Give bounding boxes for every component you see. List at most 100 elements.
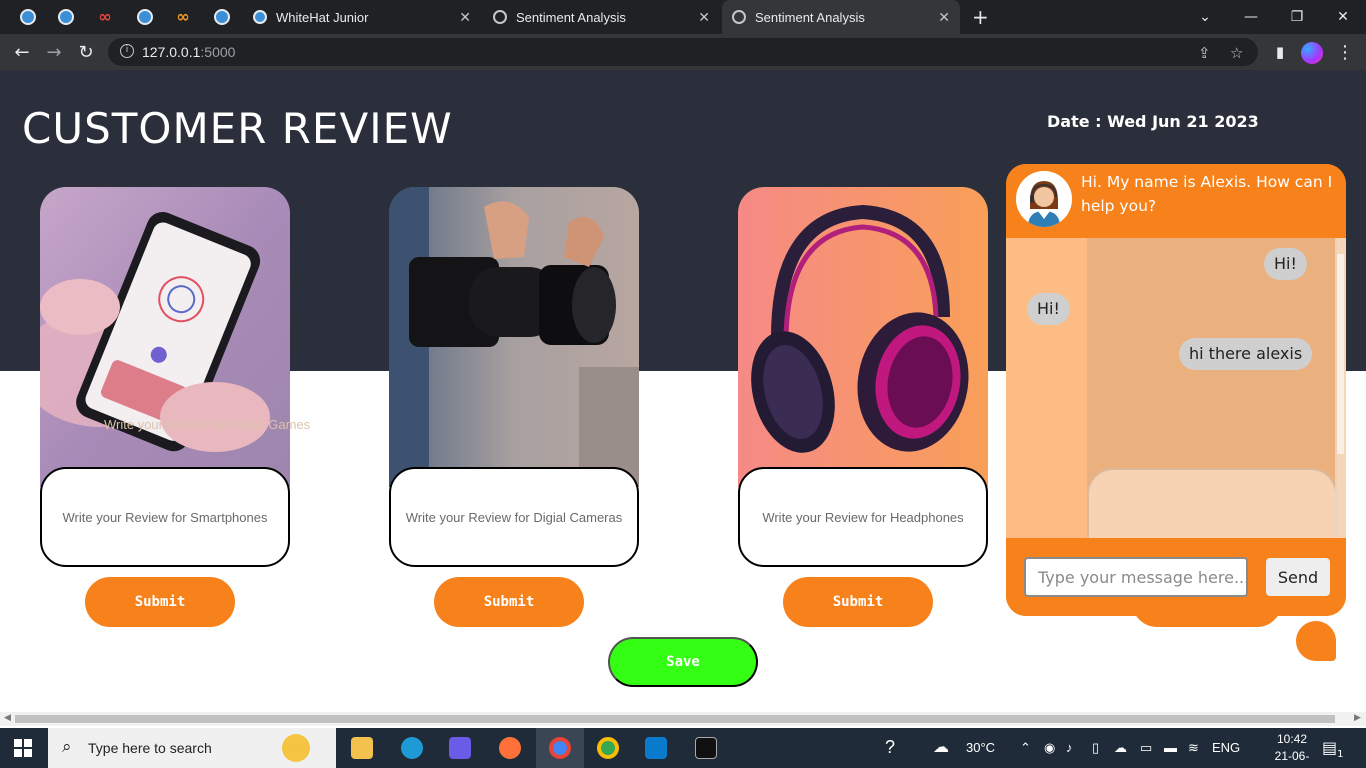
tab-sentiment-analysis-active[interactable]: Sentiment Analysis ✕ [722,0,960,34]
support-agent-avatar [1016,171,1072,227]
menu-dots-icon[interactable]: ⋮ [1333,41,1357,63]
terminal-icon[interactable] [682,728,730,768]
weather-cloud-icon[interactable]: ☁ [933,737,949,757]
url-port: :5000 [200,44,236,60]
chat-widget: Hi. My name is Alexis. How can I help yo… [1006,164,1346,616]
bookmark-star-icon[interactable]: ☆ [1230,44,1243,62]
address-bar[interactable]: i 127.0.0.1:5000 ⇪ ☆ [108,38,1258,66]
share-icon[interactable]: ⇪ [1198,44,1211,62]
restore-icon[interactable]: ❐ [1274,0,1320,34]
help-icon[interactable]: ? [885,737,895,758]
user-message-bubble: hi there alexis [1179,338,1313,370]
close-icon[interactable]: ✕ [698,9,710,26]
submit-button-smartphones[interactable]: Submit [85,577,235,627]
user-message-bubble: Hi! [1264,248,1307,280]
submit-button-cameras[interactable]: Submit [434,577,584,627]
side-panel-icon[interactable]: ▮ [1268,41,1292,63]
pinned-tab[interactable] [47,0,85,34]
tray-display-icon[interactable]: ▭ [1140,740,1152,756]
url-text[interactable]: 127.0.0.1:5000 [142,44,235,60]
pinned-tab[interactable] [203,0,241,34]
pinned-tab-icon [20,9,36,25]
chat-scrollbar-thumb[interactable] [1337,254,1344,454]
tray-chevron-icon[interactable]: ⌃ [1020,740,1031,756]
pinned-tab-icon [137,9,153,25]
weather-temperature[interactable]: 30°C [966,740,995,755]
pinned-tab[interactable] [126,0,164,34]
tab-title: WhiteHat Junior [276,9,369,25]
chrome-profile-icon[interactable] [584,728,632,768]
volume-icon[interactable]: ♪ [1066,740,1073,755]
taskbar-search-placeholder: Type here to search [88,740,212,756]
chat-header: Hi. My name is Alexis. How can I help yo… [1006,164,1346,238]
taskbar-clock[interactable]: 10:42 21-06-2023 [1262,731,1322,768]
browser-toolbar: ← → ↻ i 127.0.0.1:5000 ⇪ ☆ ▮ ⋮ [0,34,1366,70]
forward-arrow-icon[interactable]: → [42,41,66,63]
windows-start-icon[interactable] [14,739,32,757]
bot-message-bubble: Hi! [1027,293,1070,325]
review-box-headphones [738,467,988,567]
globe-icon [493,10,507,24]
current-date: Date : Wed Jun 21 2023 [1047,112,1259,131]
notification-icon[interactable]: ▤1 [1322,738,1344,760]
search-icon: ⌕ [62,737,72,757]
close-icon[interactable]: ✕ [459,9,471,26]
site-info-icon[interactable]: i [120,44,134,58]
vscode-icon[interactable] [632,728,680,768]
tab-sentiment-analysis[interactable]: Sentiment Analysis ✕ [483,0,720,34]
tray-phone-icon[interactable]: ▯ [1092,740,1099,756]
language-indicator[interactable]: ENG [1212,740,1240,755]
close-window-icon[interactable]: ✕ [1320,0,1366,34]
review-input-smartphones[interactable] [50,509,280,525]
horizontal-scrollbar[interactable]: ◀ ▶ [0,712,1366,726]
notification-count: 1 [1337,749,1344,760]
file-explorer-icon[interactable] [338,728,386,768]
tab-whitehat-junior[interactable]: WhiteHat Junior ✕ [243,0,481,34]
pinned-tab[interactable] [9,0,47,34]
close-icon[interactable]: ✕ [938,9,950,26]
chrome-icon[interactable] [536,728,584,768]
taskbar-search[interactable]: ⌕ Type here to search [48,728,336,768]
tab-search-chevron-icon[interactable]: ⌄ [1182,0,1228,34]
infinity-icon: ∞ [176,7,190,26]
reload-icon[interactable]: ↻ [74,41,98,63]
chat-toggle-button[interactable] [1296,621,1336,661]
chat-send-button[interactable]: Send [1266,558,1330,596]
review-input-headphones[interactable] [748,509,978,525]
review-input-cameras[interactable] [399,509,629,525]
weather-sun-icon [282,734,310,762]
whitehat-favicon-icon [253,10,267,24]
back-arrow-icon[interactable]: ← [10,41,34,63]
chat-message-input[interactable] [1024,557,1248,597]
minimize-icon[interactable]: — [1228,0,1274,34]
smartphone-image [40,187,290,487]
onedrive-cloud-icon[interactable]: ☁ [1114,740,1127,756]
pinned-tab-icon [58,9,74,25]
new-tab-plus-icon[interactable]: + [972,5,989,29]
pinned-tab[interactable]: ∞ [86,0,124,34]
chat-messages[interactable]: Hi! Hi! hi there alexis [1006,238,1346,538]
edge-browser-icon[interactable] [388,728,436,768]
clock-time: 10:42 [1276,732,1308,746]
chat-backdrop-review-box [1087,468,1337,538]
firefox-icon[interactable] [486,728,534,768]
review-box-cameras [389,467,639,567]
wifi-icon[interactable]: ≋ [1188,740,1199,756]
pinned-tab[interactable]: ∞ [164,0,202,34]
scroll-left-arrow-icon[interactable]: ◀ [4,713,11,723]
battery-icon[interactable]: ▬ [1164,740,1177,755]
tab-title: Sentiment Analysis [755,9,865,25]
chat-greeting: Hi. My name is Alexis. How can I help yo… [1081,173,1333,215]
chat-footer: Send [1006,538,1346,616]
copilot-icon[interactable] [436,728,484,768]
windows-taskbar: ⌕ Type here to search ? ☁ 30°C ⌃ ◉ ♪ ▯ ☁… [0,728,1366,768]
tray-record-icon[interactable]: ◉ [1044,740,1055,756]
browser-tab-bar: ∞ ∞ WhiteHat Junior ✕ Sentiment Analysis… [0,0,1366,34]
camera-image [389,187,639,487]
scroll-right-arrow-icon[interactable]: ▶ [1354,713,1361,723]
save-button[interactable]: Save [608,637,758,687]
submit-button-headphones[interactable]: Submit [783,577,933,627]
headphones-image [738,187,988,487]
profile-avatar[interactable] [1301,42,1323,64]
horizontal-scrollbar-thumb[interactable] [15,715,1335,723]
